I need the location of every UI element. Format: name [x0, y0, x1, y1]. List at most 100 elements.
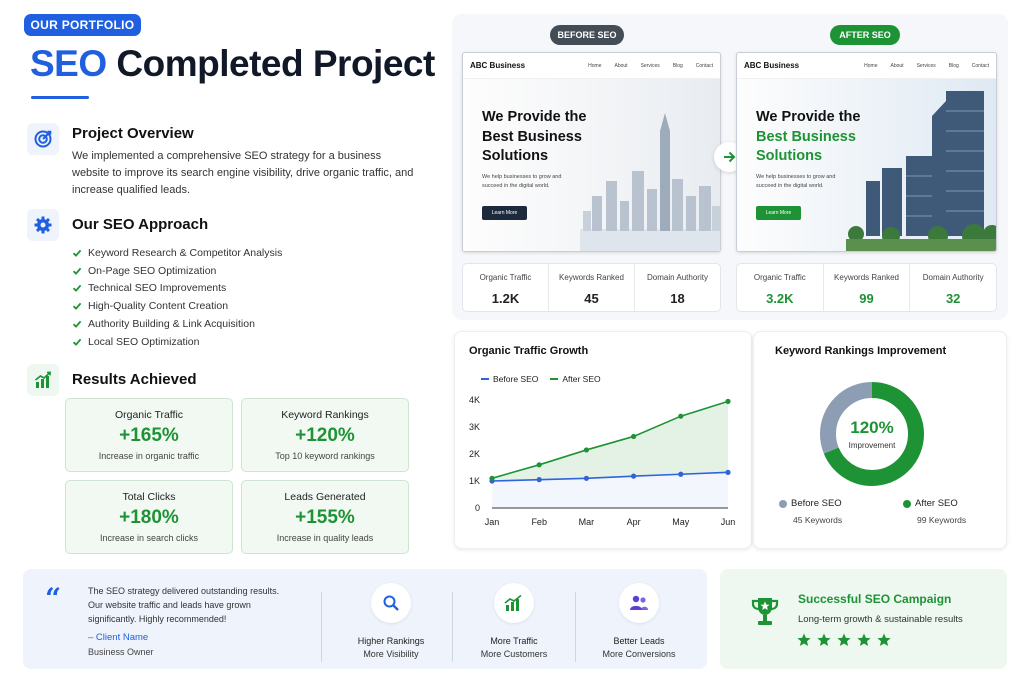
list-item: Local SEO Optimization: [72, 333, 282, 351]
rankings-chart-title: Keyword Rankings Improvement: [775, 345, 947, 357]
site-brand: ABC Business: [470, 61, 526, 70]
donut-center-value: 120%: [850, 418, 894, 437]
stat-value: 18: [670, 291, 685, 306]
legend-label: After SEO: [562, 374, 601, 384]
traffic-line-chart: 0 1K 2K 3K 4K Jan Feb Mar Apr May Jun: [469, 395, 736, 527]
heading-line: We Provide the: [756, 109, 861, 125]
data-point: [489, 475, 495, 481]
stat-label: Organic Traffic: [479, 273, 532, 282]
nav-link: About: [890, 62, 904, 69]
overview-text: We implemented a comprehensive SEO strat…: [72, 150, 414, 196]
legend-swatch: [550, 378, 559, 380]
stat-label: Domain Authority: [647, 273, 708, 282]
y-tick-label: 1K: [469, 476, 480, 486]
nav-link: Blog: [948, 62, 959, 69]
y-tick-label: 3K: [469, 422, 480, 432]
result-card-traffic: Organic Traffic +165% Increase in organi…: [65, 398, 233, 472]
site-heading: We Provide the Best Business Solutions: [482, 108, 602, 167]
portfolio-badge: OUR PORTFOLIO: [24, 14, 141, 36]
x-tick-label: Feb: [531, 517, 547, 527]
stat-value: 99: [859, 291, 874, 306]
after-stats: Organic Traffic 3.2K Keywords Ranked 99 Do…: [736, 263, 997, 312]
result-card-value: +120%: [295, 425, 355, 446]
before-site-preview: ABC Business Home About Services Blog Co…: [462, 52, 721, 252]
list-item-label: Authority Building & Link Acquisition: [88, 318, 255, 331]
nav-link: Contact: [695, 62, 713, 69]
data-point: [536, 477, 542, 483]
approach-list: Keyword Research & Competitor Analysis O…: [72, 244, 282, 351]
result-card-sub: Increase in search clicks: [99, 533, 199, 543]
stat-value: 1.2K: [491, 291, 520, 306]
results-title: Results Achieved: [72, 371, 197, 388]
site-brand: ABC Business: [744, 61, 800, 70]
x-tick-label: Jun: [721, 517, 736, 527]
quote-icon: “: [45, 582, 62, 615]
after-site-preview: ABC Business Home About Services Blog Co…: [736, 52, 997, 252]
result-card-rankings: Keyword Rankings +120% Top 10 keyword ra…: [241, 398, 409, 472]
list-item: High-Quality Content Creation: [72, 297, 282, 315]
data-point: [631, 433, 637, 440]
result-card-clicks: Total Clicks +180% Increase in search cl…: [65, 480, 233, 554]
nav-link: Services: [916, 62, 936, 69]
stat-label: Organic Traffic: [753, 273, 806, 282]
legend-label: Before SEO: [493, 374, 539, 384]
result-card-title: Keyword Rankings: [281, 409, 369, 421]
feature-label: More Traffic: [490, 636, 538, 646]
trophy-icon: [749, 595, 781, 634]
overview-title: Project Overview: [72, 125, 194, 142]
result-card-sub: Top 10 keyword rankings: [275, 451, 375, 461]
divider: [452, 592, 453, 662]
testimonial-author: – Client Name: [88, 632, 149, 643]
nav-link: Contact: [971, 62, 989, 69]
nav-link: Blog: [672, 62, 683, 69]
feature-more-traffic: More Traffic More Customers: [459, 583, 569, 659]
bar-chart-icon: [27, 364, 59, 396]
nav-link: Services: [640, 62, 660, 69]
donut-after-sub: 99 Keywords: [917, 515, 967, 525]
heading-line: Solutions: [756, 148, 823, 164]
stat-item: Organic Traffic 3.2K: [737, 264, 823, 311]
x-tick-label: Jan: [485, 517, 500, 527]
learn-more-button[interactable]: Learn More: [756, 206, 801, 220]
stat-label: Keywords Ranked: [559, 273, 624, 282]
learn-more-button[interactable]: Learn More: [482, 206, 527, 220]
check-icon: [72, 285, 82, 293]
target-icon: [27, 123, 59, 155]
legend-swatch: [481, 378, 489, 380]
heading-line: Best Business: [482, 128, 582, 145]
check-icon: [72, 267, 82, 275]
star-icon: [817, 633, 831, 646]
y-tick-label: 4K: [469, 395, 480, 405]
heading-line: We Provide the: [482, 109, 587, 125]
x-tick-label: May: [672, 517, 690, 527]
star-icon: [837, 633, 851, 646]
data-point: [631, 473, 637, 479]
site-hero: We Provide the Best Business Solutions W…: [463, 79, 720, 251]
stat-value: 32: [945, 291, 961, 306]
nav-link: Home: [588, 62, 602, 69]
nav-link: About: [614, 62, 628, 69]
data-point: [536, 462, 542, 468]
feature-sub: More Visibility: [363, 649, 419, 659]
check-icon: [72, 320, 82, 328]
stat-item: Keywords Ranked 45: [548, 264, 634, 311]
before-seo-pill: BEFORE SEO: [550, 25, 624, 45]
stat-value: 3.2K: [766, 291, 794, 306]
feature-higher-rankings: Higher Rankings More Visibility: [336, 583, 446, 659]
star-rating: [797, 633, 891, 647]
check-icon: [72, 249, 82, 257]
data-point: [678, 471, 684, 477]
y-tick-label: 0: [475, 503, 480, 513]
legend-swatch: [903, 499, 911, 508]
check-icon: [72, 338, 82, 346]
donut-legend-after: After SEO: [903, 498, 958, 509]
gear-icon: [27, 209, 59, 241]
title-rest: Completed Project: [116, 43, 435, 84]
donut-before-sub: 45 Keywords: [793, 515, 843, 525]
result-card-value: +180%: [119, 507, 179, 528]
site-nav: ABC Business Home About Services Blog Co…: [463, 53, 720, 79]
testimonial-role: Business Owner: [88, 647, 154, 657]
list-item-label: Technical SEO Improvements: [88, 282, 227, 295]
result-card-value: +155%: [295, 507, 355, 528]
data-point: [678, 413, 684, 419]
